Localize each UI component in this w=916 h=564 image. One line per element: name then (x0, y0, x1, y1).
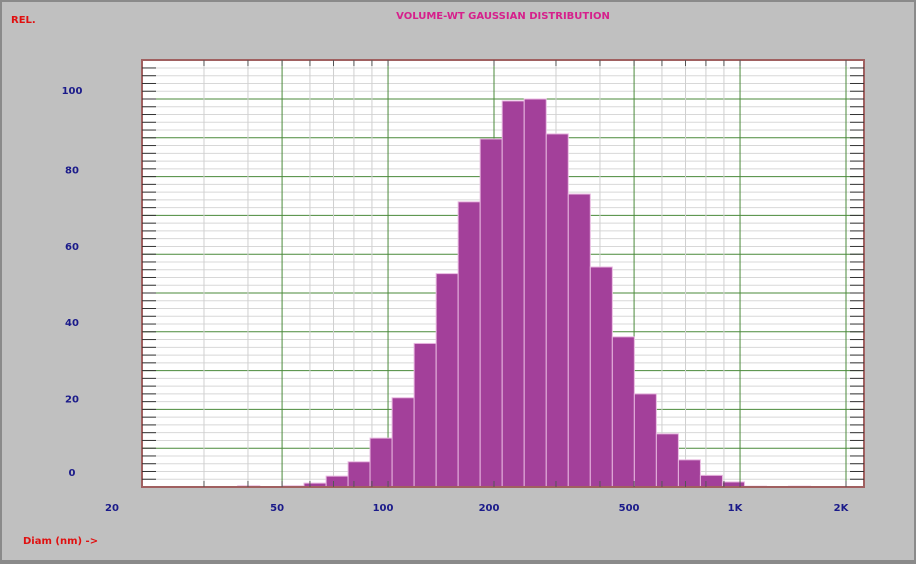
histogram-bar (545, 133, 569, 488)
histogram-bar (413, 342, 437, 488)
histogram-bar (325, 475, 349, 488)
x-axis-label: Diam (nm) -> (23, 536, 98, 547)
x-tick-label: 20 (105, 503, 119, 514)
y-tick-label: 0 (69, 468, 76, 479)
y-tick-label: 40 (65, 318, 79, 329)
y-tick-label: 100 (62, 86, 83, 97)
histogram-bar (457, 201, 481, 488)
y-axis-label: REL. (11, 15, 36, 26)
histogram-bar (347, 461, 371, 488)
histogram-bar (699, 474, 723, 488)
y-tick-label: 60 (65, 242, 79, 253)
histogram-bar (523, 98, 547, 488)
x-tick-label: 50 (270, 503, 284, 514)
histogram-bar (567, 193, 591, 488)
y-tick-label: 20 (65, 394, 79, 405)
histogram-bar (501, 100, 525, 488)
x-tick-label: 500 (619, 503, 640, 514)
histogram-bar (479, 138, 503, 488)
histogram-bar (633, 393, 657, 488)
histogram-bar (369, 437, 393, 488)
x-tick-label: 200 (479, 503, 500, 514)
x-tick-label: 2K (834, 503, 850, 514)
histogram-bar (391, 397, 415, 488)
y-tick-label: 80 (65, 166, 79, 177)
histogram-bar (611, 336, 635, 488)
x-tick-label: 1K (728, 503, 744, 514)
chart-title: VOLUME-WT GAUSSIAN DISTRIBUTION (396, 11, 610, 22)
histogram-bar (589, 266, 613, 488)
x-tick-label: 100 (373, 503, 394, 514)
histogram-bar (435, 273, 459, 488)
histogram-chart: VOLUME-WT GAUSSIAN DISTRIBUTION REL. Dia… (11, 11, 865, 547)
histogram-bar (655, 433, 679, 488)
histogram-bar (677, 459, 701, 488)
